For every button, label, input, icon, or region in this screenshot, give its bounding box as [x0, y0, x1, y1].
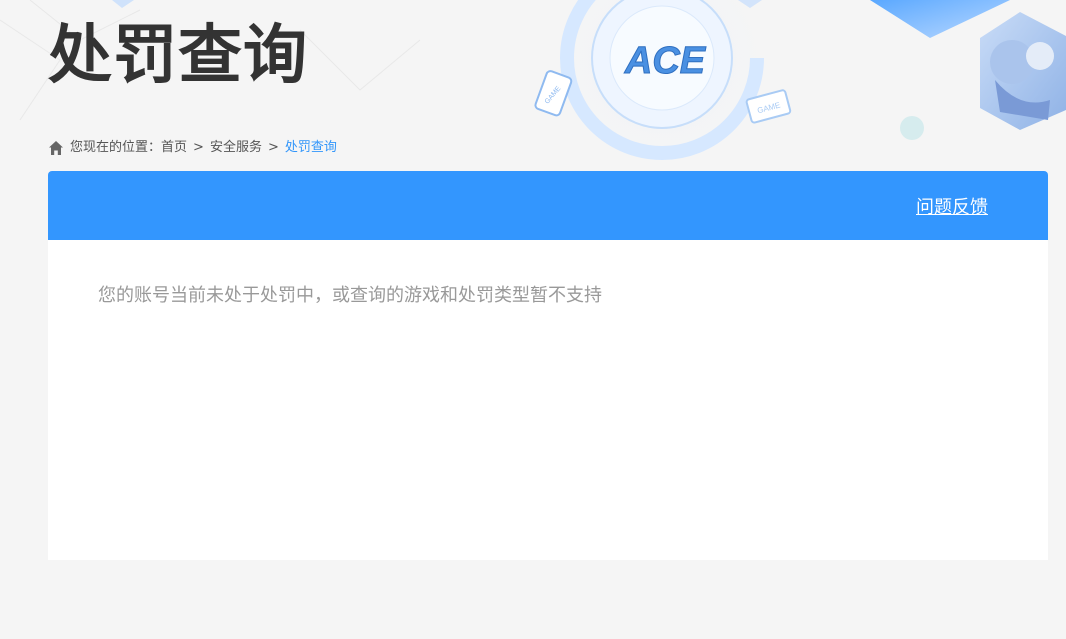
game-device-right: GAME — [745, 89, 792, 124]
feedback-link[interactable]: 问题反馈 — [916, 193, 988, 219]
character-hexagon-image — [980, 12, 1066, 130]
deco-triangle — [870, 0, 1010, 38]
breadcrumb-separator: > — [267, 140, 279, 155]
breadcrumb-item-security-service[interactable]: 安全服务 — [210, 138, 262, 158]
breadcrumb-item-current: 处罚查询 — [284, 140, 337, 155]
logo-ring-outer — [560, 0, 764, 160]
status-message: 您的账号当前未处于处罚中，或查询的游戏和处罚类型暂不支持 — [98, 285, 602, 306]
page-title: 处罚查询 — [48, 19, 308, 93]
breadcrumb-prefix: 您现在的位置： — [70, 140, 162, 155]
game-device-left: GAME — [534, 70, 573, 117]
ace-logo: ACE — [623, 40, 707, 83]
deco-small-shape — [738, 0, 762, 8]
deco-orb — [900, 116, 924, 140]
panel-body: 您的账号当前未处于处罚中，或查询的游戏和处罚类型暂不支持 — [48, 240, 1048, 352]
panel-header: 问题反馈 — [48, 171, 1048, 240]
logo-ring — [591, 0, 733, 129]
svg-text:GAME: GAME — [756, 100, 781, 115]
deco-small-shape-left — [112, 0, 134, 8]
breadcrumb-separator: > — [193, 140, 204, 155]
breadcrumb-item-home[interactable]: 首页 — [161, 138, 187, 158]
logo-ring-inner — [609, 5, 715, 111]
result-panel: 问题反馈 您的账号当前未处于处罚中，或查询的游戏和处罚类型暂不支持 — [48, 171, 1048, 560]
logo-glow — [552, 0, 772, 170]
breadcrumb: 您现在的位置： 首页 > 安全服务 > 处罚查询 — [48, 138, 337, 158]
svg-text:ACE: ACE — [624, 40, 707, 82]
svg-text:GAME: GAME — [544, 85, 563, 106]
home-icon — [48, 140, 64, 156]
